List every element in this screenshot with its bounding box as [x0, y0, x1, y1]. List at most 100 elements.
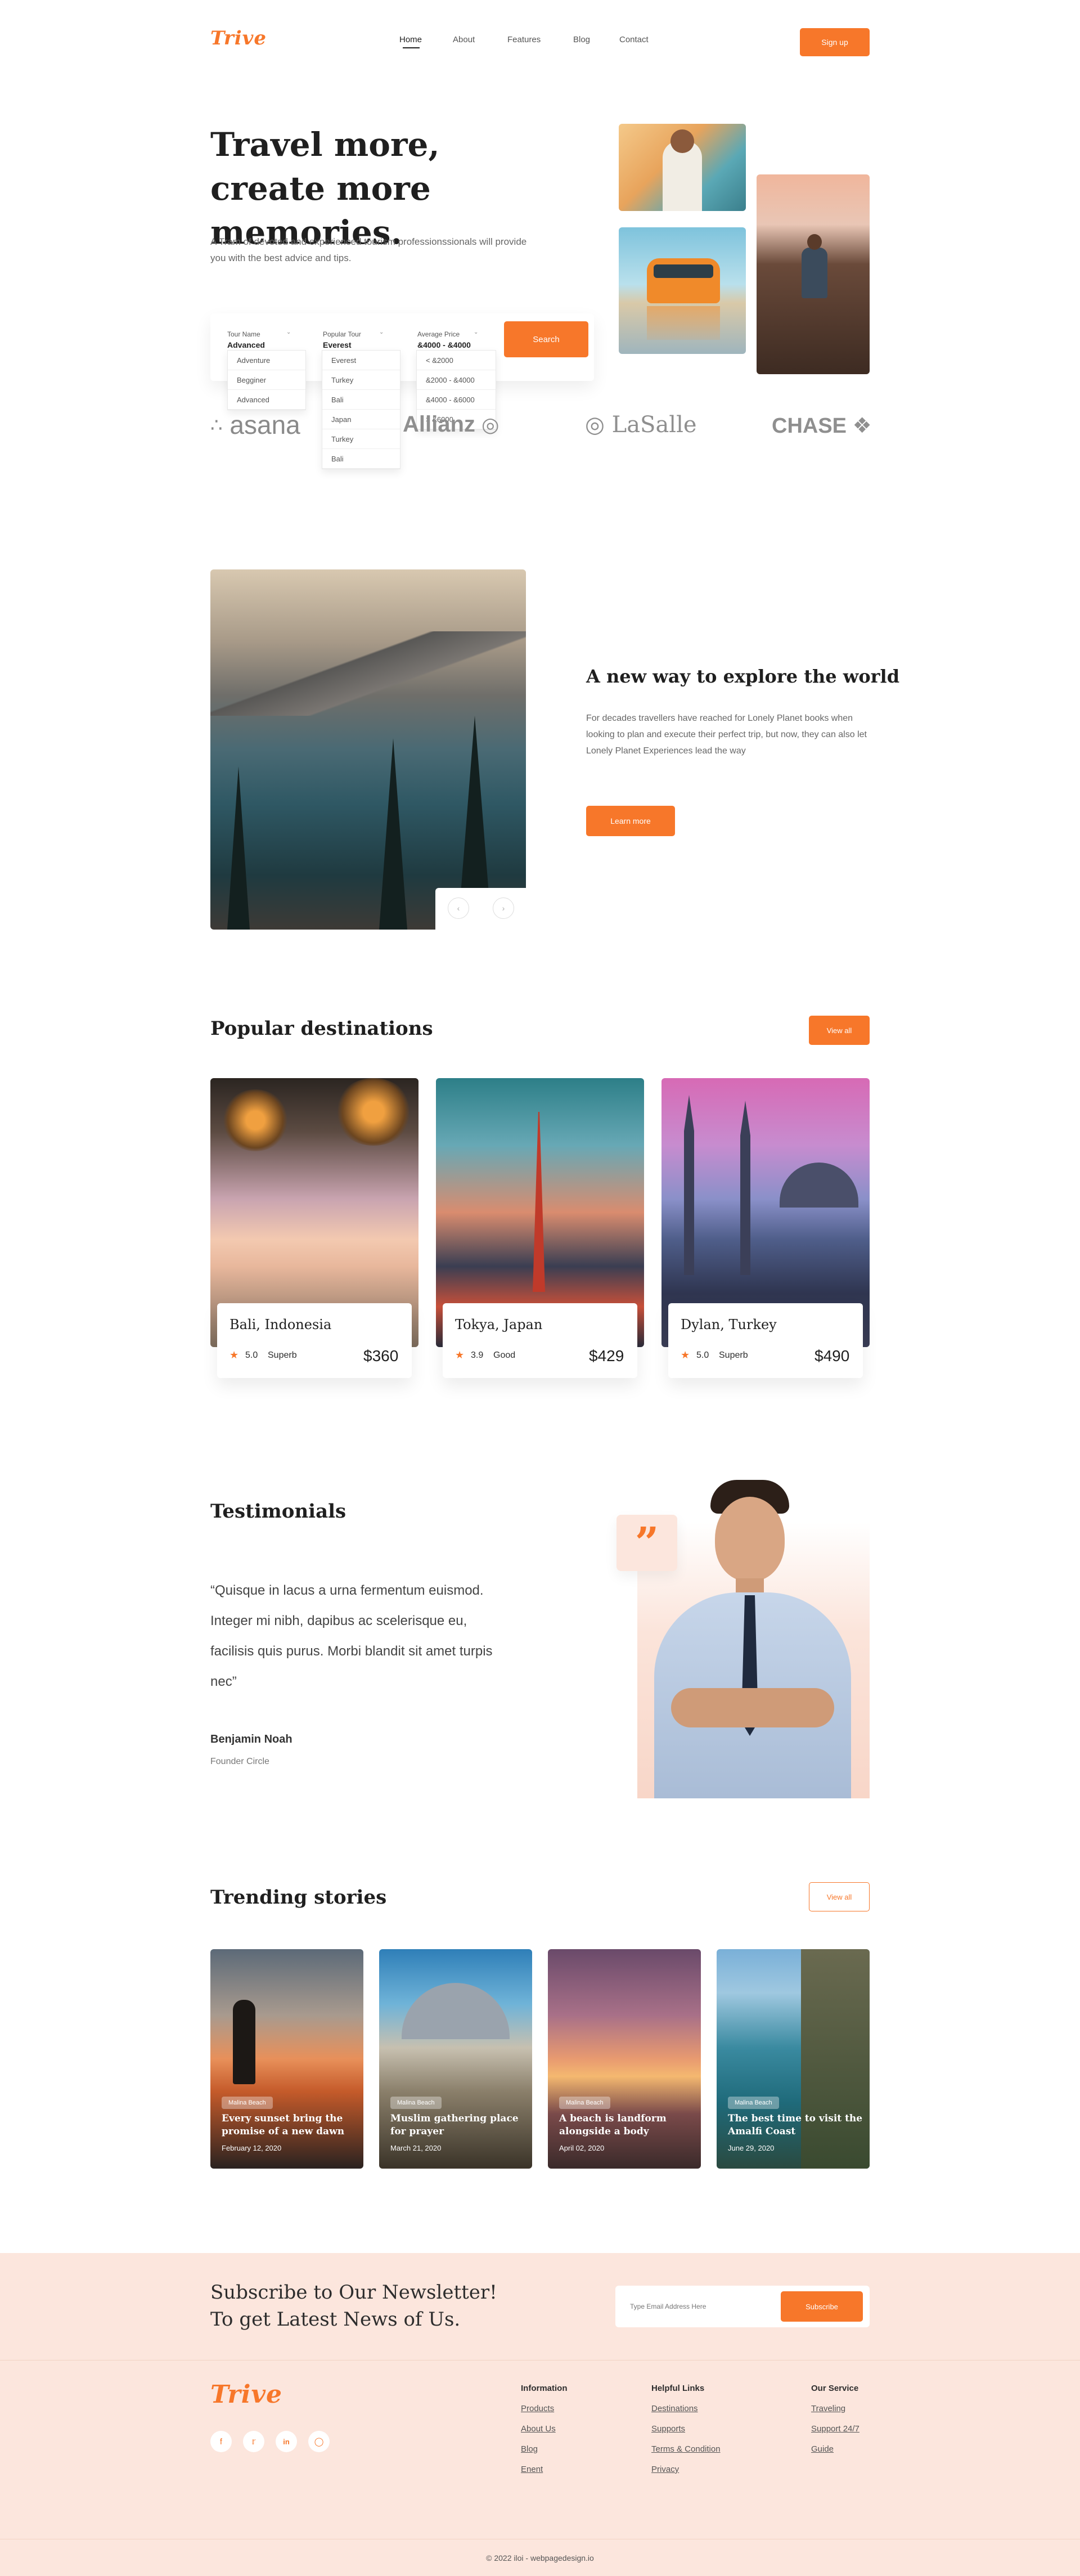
hero-subtitle: A Tram of devoted and experienced touris…: [210, 236, 527, 263]
brand-logo-allianz: Allianz ◎: [403, 412, 500, 437]
dropdown-option[interactable]: Adventure: [228, 351, 305, 370]
footer-link[interactable]: Privacy: [651, 2465, 679, 2474]
star-icon: ★: [681, 1349, 690, 1361]
nav-active-indicator: [403, 47, 420, 48]
footer-link[interactable]: About Us: [521, 2424, 556, 2434]
popular-tour-select[interactable]: Everest: [323, 340, 352, 349]
signup-button[interactable]: Sign up: [800, 28, 870, 56]
star-icon: ★: [230, 1349, 239, 1361]
chevron-down-icon[interactable]: ⌄: [379, 329, 384, 335]
destination-price: $360: [363, 1347, 399, 1365]
footer-link[interactable]: Guide: [811, 2444, 834, 2454]
hero-photo-hiker: [757, 174, 870, 374]
nav-contact[interactable]: Contact: [619, 35, 649, 44]
tour-name-label: Tour Name: [227, 330, 260, 338]
dropdown-option[interactable]: Everest: [322, 351, 400, 370]
average-price-select[interactable]: &4000 - &4000: [417, 340, 471, 349]
testimonial-quote: “Quisque in lacus a urna fermentum euism…: [210, 1583, 493, 1689]
slider-prev-button[interactable]: ‹: [448, 897, 469, 919]
story-tag: Malina Beach: [728, 2097, 779, 2109]
newsletter-subscribe-button[interactable]: Subscribe: [781, 2291, 863, 2322]
linkedin-icon[interactable]: in: [276, 2431, 297, 2452]
newsletter-email-input[interactable]: [630, 2297, 765, 2316]
footer-heading-helpful-links: Helpful Links: [651, 2384, 705, 2393]
nav-home[interactable]: Home: [399, 35, 422, 44]
dropdown-option[interactable]: Japan: [322, 410, 400, 429]
average-price-label: Average Price: [417, 330, 460, 338]
dropdown-option[interactable]: Turkey: [322, 370, 400, 390]
destination-rating: 5.0: [696, 1350, 709, 1360]
destination-card[interactable]: Tokya, Japan ★ 3.9 Good $429: [436, 1078, 644, 1382]
dropdown-option[interactable]: Bali: [322, 449, 400, 469]
story-tag: Malina Beach: [559, 2097, 610, 2109]
stories-view-all-button[interactable]: View all: [809, 1882, 870, 1911]
destination-card[interactable]: Bali, Indonesia ★ 5.0 Superb $360: [210, 1078, 418, 1382]
facebook-icon[interactable]: f: [210, 2431, 232, 2452]
story-card[interactable]: Malina Beach Every sunset bring the prom…: [210, 1949, 363, 2169]
story-title: Every sunset bring the promise of a new …: [222, 2113, 345, 2137]
testimonial-role: Founder Circle: [210, 1757, 269, 1766]
nav-features[interactable]: Features: [507, 35, 541, 44]
dropdown-option[interactable]: < &2000: [417, 351, 496, 370]
newsletter-title: Subscribe to Our Newsletter! To get Late…: [210, 2279, 497, 2333]
footer-link[interactable]: Destinations: [651, 2404, 698, 2413]
tour-name-dropdown: Adventure Begginer Advanced: [227, 350, 306, 410]
dropdown-option[interactable]: &2000 - &4000: [417, 370, 496, 390]
nav-blog[interactable]: Blog: [573, 35, 590, 44]
destination-rating-text: Superb: [268, 1350, 297, 1360]
chase-icon: ❖: [852, 414, 872, 438]
asana-dots-icon: ∴: [210, 415, 223, 436]
dropdown-option[interactable]: Begginer: [228, 370, 305, 390]
footer-heading-information: Information: [521, 2384, 568, 2393]
footer-link[interactable]: Products: [521, 2404, 554, 2413]
destination-card[interactable]: Dylan, Turkey ★ 5.0 Superb $490: [662, 1078, 870, 1382]
learn-more-button[interactable]: Learn more: [586, 806, 675, 836]
copyright-text: © 2022 iloi - webpagedesign.io: [486, 2553, 594, 2562]
hero-photo-traveler: [619, 124, 746, 211]
footer-link[interactable]: Enent: [521, 2465, 543, 2474]
dropdown-option[interactable]: &4000 - &6000: [417, 390, 496, 410]
story-title: Muslim gathering place for prayer: [390, 2113, 519, 2137]
tour-name-select[interactable]: Advanced: [227, 340, 265, 349]
newsletter-title-line1: Subscribe to Our Newsletter!: [210, 2281, 497, 2304]
destination-name: Dylan, Turkey: [681, 1317, 777, 1332]
destination-rating: 3.9: [471, 1350, 484, 1360]
story-card[interactable]: Malina Beach Muslim gathering place for …: [379, 1949, 532, 2169]
chevron-down-icon[interactable]: ⌄: [474, 329, 478, 335]
destinations-title: Popular destinations: [210, 1017, 433, 1040]
story-date: March 21, 2020: [390, 2144, 442, 2152]
newsletter-title-line2: To get Latest News of Us.: [210, 2308, 461, 2331]
nav-about[interactable]: About: [453, 35, 475, 44]
story-title: A beach is landform alongside a body: [559, 2113, 667, 2137]
search-button[interactable]: Search: [504, 321, 588, 357]
destinations-view-all-button[interactable]: View all: [809, 1016, 870, 1045]
destination-name: Tokya, Japan: [455, 1317, 543, 1332]
footer-link[interactable]: Supports: [651, 2424, 685, 2434]
dropdown-option[interactable]: Turkey: [322, 429, 400, 449]
testimonial-author: Benjamin Noah: [210, 1733, 292, 1745]
footer-link[interactable]: Blog: [521, 2444, 538, 2454]
story-card[interactable]: Malina Beach A beach is landform alongsi…: [548, 1949, 701, 2169]
twitter-icon[interactable]: 𝕣: [243, 2431, 264, 2452]
testimonials-title: Testimonials: [210, 1500, 346, 1523]
destination-name: Bali, Indonesia: [230, 1317, 332, 1332]
dropdown-option[interactable]: Bali: [322, 390, 400, 410]
footer-logo[interactable]: Trive: [210, 2380, 282, 2409]
destination-price: $429: [589, 1347, 624, 1365]
site-logo[interactable]: Trive: [210, 27, 267, 50]
footer-link[interactable]: Support 24/7: [811, 2424, 860, 2434]
instagram-icon[interactable]: ◯: [308, 2431, 330, 2452]
footer-link[interactable]: Terms & Condition: [651, 2444, 721, 2454]
destination-info: Bali, Indonesia ★ 5.0 Superb $360: [217, 1303, 412, 1378]
story-card[interactable]: Malina Beach The best time to visit the …: [717, 1949, 870, 2169]
dropdown-option[interactable]: Advanced: [228, 390, 305, 410]
slider-next-button[interactable]: ›: [493, 897, 514, 919]
destination-info: Dylan, Turkey ★ 5.0 Superb $490: [668, 1303, 863, 1378]
chevron-down-icon[interactable]: ⌄: [286, 329, 291, 335]
story-date: June 29, 2020: [728, 2144, 775, 2152]
explore-photo-lake: [210, 569, 526, 930]
quote-icon: ”: [616, 1515, 677, 1571]
destination-info: Tokya, Japan ★ 3.9 Good $429: [443, 1303, 637, 1378]
footer-link[interactable]: Traveling: [811, 2404, 845, 2413]
explore-title: A new way to explore the world: [586, 666, 900, 687]
